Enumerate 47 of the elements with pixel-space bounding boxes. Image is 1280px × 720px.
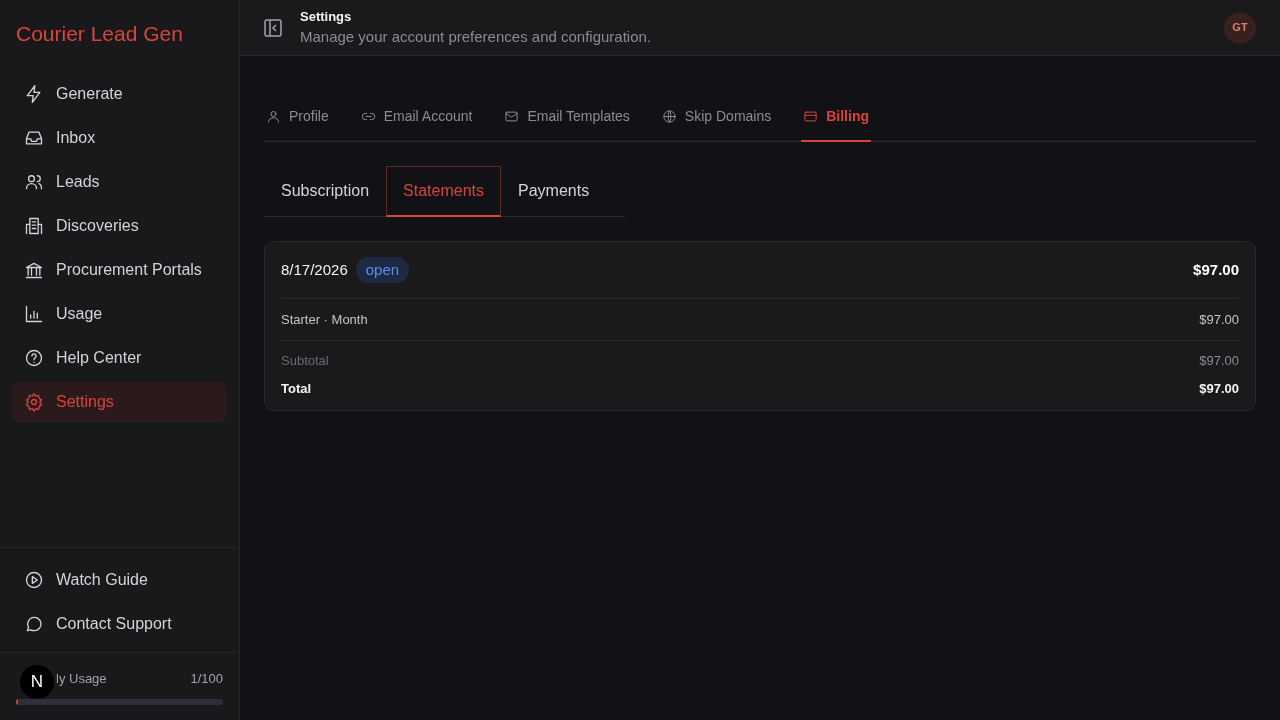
statement-date: 8/17/2026: [281, 259, 348, 280]
sidebar-item[interactable]: Leads: [12, 162, 227, 202]
users-icon: [24, 172, 44, 192]
line-item-label: Starter · Month: [281, 310, 368, 329]
dev-badge[interactable]: N: [20, 665, 54, 699]
settings-tab[interactable]: Email Templates: [502, 96, 632, 142]
building-icon: [24, 216, 44, 236]
sidebar-item[interactable]: Contact Support: [12, 604, 227, 644]
total-amount: $97.00: [1199, 379, 1239, 398]
bar-chart-icon: [24, 304, 44, 324]
user-icon: [266, 109, 281, 124]
sidebar-item[interactable]: Usage: [12, 294, 227, 334]
sidebar-item[interactable]: Settings: [12, 382, 227, 422]
globe-icon: [661, 109, 677, 124]
play-icon: [24, 570, 44, 590]
mail-icon: [504, 109, 520, 124]
settings-tab[interactable]: Profile: [264, 96, 331, 142]
bank-icon: [24, 260, 44, 280]
statement-amount: $97.00: [1193, 259, 1239, 280]
page-title: Settings: [300, 7, 353, 26]
app-logo[interactable]: Courier Lead Gen: [0, 0, 239, 56]
sidebar-item[interactable]: Procurement Portals: [12, 250, 227, 290]
sidebar-item[interactable]: Inbox: [12, 118, 227, 158]
sidebar-item[interactable]: Discoveries: [12, 206, 227, 246]
sidebar-item[interactable]: Watch Guide: [12, 560, 227, 600]
sidebar-item[interactable]: Help Center: [12, 338, 227, 378]
settings-tab[interactable]: Billing: [801, 96, 871, 142]
sidebar-item[interactable]: Generate: [12, 74, 227, 114]
sidebar-toggle-icon[interactable]: [264, 18, 282, 37]
user-avatar[interactable]: GT: [1224, 11, 1256, 44]
statement-subtab[interactable]: Payments: [501, 166, 607, 217]
status-badge: open: [355, 256, 410, 284]
statement-subtab[interactable]: Statements: [386, 166, 501, 217]
line-item-amount: $97.00: [1199, 310, 1239, 329]
settings-icon: [24, 392, 44, 412]
credit-card-icon: [803, 109, 819, 124]
settings-tab[interactable]: Skip Domains: [659, 96, 774, 142]
subtotal-amount: $97.00: [1199, 352, 1239, 370]
usage-count: 1/100: [190, 670, 223, 688]
total-label: Total: [281, 379, 312, 398]
help-icon: [24, 348, 44, 368]
usage-label: ly Usage: [56, 670, 107, 688]
page-subtitle: Manage your account preferences and configuration.: [300, 27, 652, 47]
statement-subtab[interactable]: Subscription: [264, 166, 387, 217]
subtotal-label: Subtotal: [281, 352, 329, 370]
settings-tab[interactable]: Email Account: [358, 96, 475, 142]
chat-icon: [24, 614, 44, 634]
